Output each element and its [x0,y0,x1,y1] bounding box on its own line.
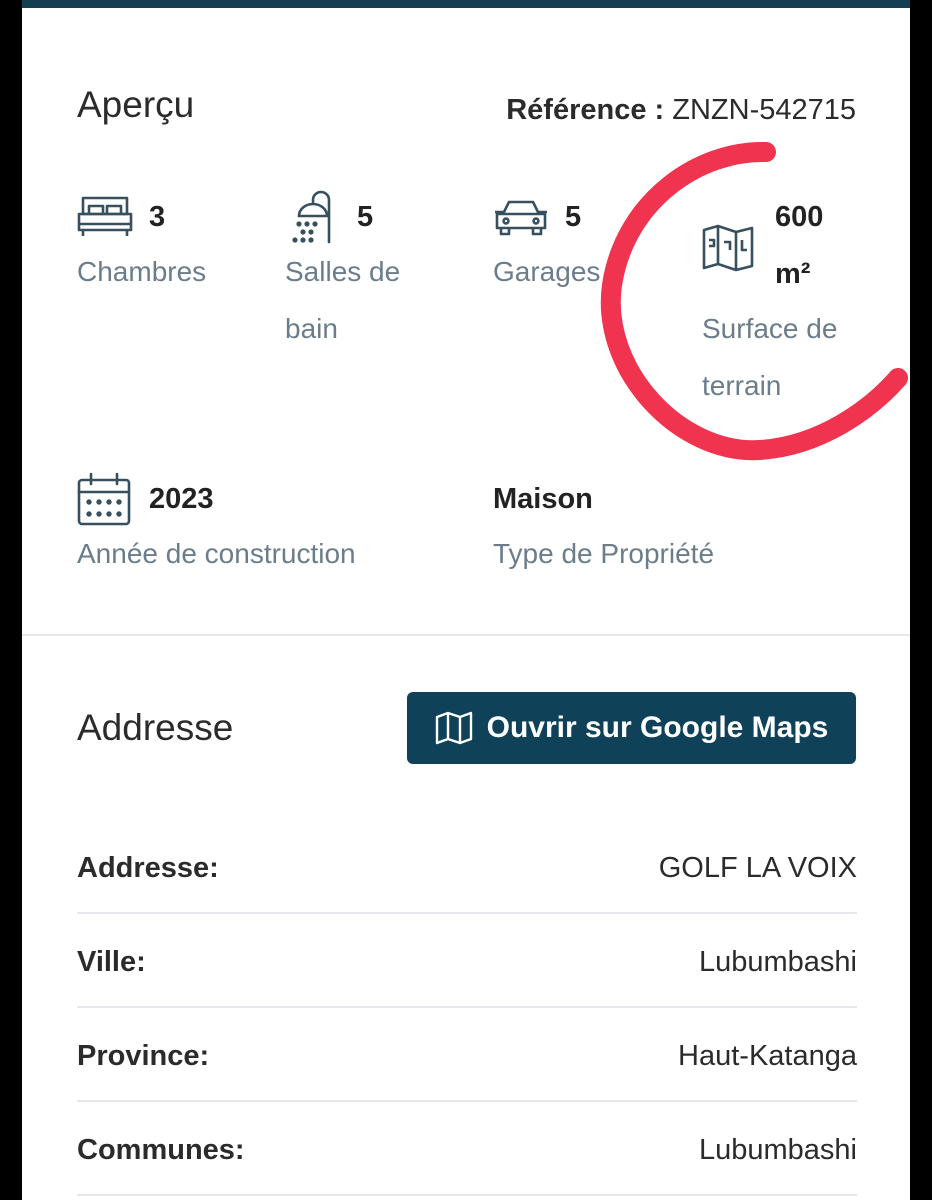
feature-property-type: Maison Type de Propriété [493,470,853,590]
province-row-value: Haut-Katanga [678,1040,857,1072]
feature-garages: 5 Garages [493,188,693,308]
land-area-label-line1: Surface de [702,313,838,344]
section-divider [22,634,910,636]
bathrooms-value: 5 [357,201,374,233]
bedrooms-value: 3 [149,201,166,233]
land-area-value: 600 [775,201,824,233]
year-built-label: Année de construction [77,538,356,569]
shower-icon [285,188,341,244]
address-row-label: Addresse: [77,852,219,884]
garages-label: Garages [493,256,601,287]
bedrooms-label: Chambres [77,256,207,287]
communes-row: Communes: Lubumbashi [77,1102,857,1196]
garages-value: 5 [565,201,582,233]
feature-land-area: 600 m² Surface de terrain [700,188,900,428]
land-area-label-line2: terrain [702,370,782,401]
bathrooms-label-line2: bain [285,313,338,344]
property-type-value: Maison [493,483,593,515]
reference-label: Référence : [506,94,665,126]
city-row-label: Ville: [77,946,146,978]
property-details-panel: Aperçu Référence : ZNZN-542715 3 Chambre… [22,8,910,1200]
province-row-label: Province: [77,1040,210,1072]
address-row-value: GOLF LA VOIX [658,852,857,884]
address-title: Addresse [77,707,234,748]
overview-title: Aperçu [77,84,195,125]
year-built-value: 2023 [149,483,214,515]
communes-row-value: Lubumbashi [699,1134,857,1166]
feature-bathrooms: 5 Salles de bain [285,188,485,368]
reference-value: ZNZN-542715 [672,94,856,126]
province-row: Province: Haut-Katanga [77,1008,857,1102]
property-type-label: Type de Propriété [493,538,715,569]
car-icon [493,188,549,244]
city-row-value: Lubumbashi [699,946,857,978]
city-row: Ville: Lubumbashi [77,914,857,1008]
land-area-unit: m² [775,258,811,290]
bed-icon [77,188,133,244]
top-bar [22,0,910,8]
communes-row-label: Communes: [77,1134,245,1166]
row-divider [77,1194,857,1196]
calendar-icon [77,470,133,526]
feature-bedrooms: 3 Chambres [77,188,277,308]
map-book-icon [435,711,472,745]
map-icon [700,220,756,276]
open-google-maps-label: Ouvrir sur Google Maps [486,711,829,744]
bathrooms-label-line1: Salles de [285,256,401,287]
feature-year-built: 2023 Année de construction [77,470,437,590]
open-google-maps-button[interactable]: Ouvrir sur Google Maps [407,692,856,764]
address-row: Addresse: GOLF LA VOIX [77,820,857,914]
reference: Référence : ZNZN-542715 [506,94,856,127]
